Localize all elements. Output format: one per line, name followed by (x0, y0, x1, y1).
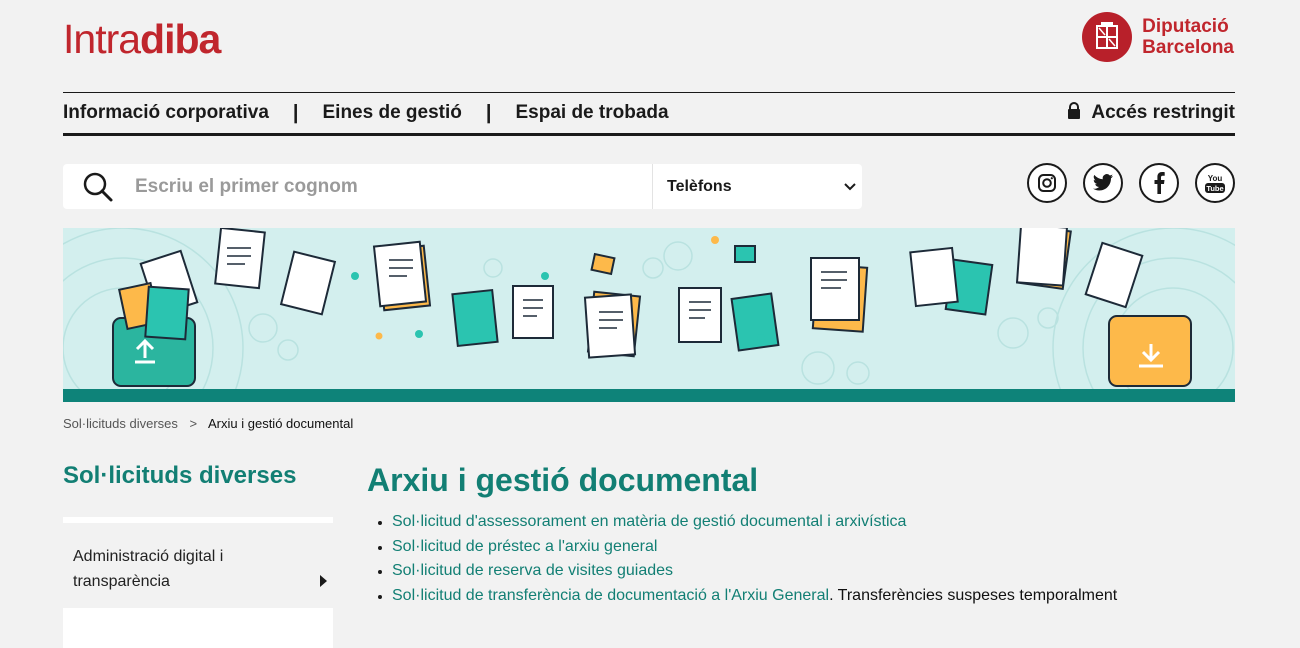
phone-search-bar: Telèfons (63, 164, 862, 209)
search-input[interactable] (133, 174, 647, 199)
sidebar-next-item[interactable] (63, 608, 333, 648)
restricted-access-label: Accés restringit (1091, 102, 1235, 123)
org-line-1: Diputació (1142, 16, 1229, 37)
nav-item-informacio-corporativa[interactable]: Informació corporativa (63, 102, 269, 124)
request-link-visites-guiades[interactable]: Sol·licitud de reserva de visites guiade… (392, 562, 673, 579)
intradiba-logo[interactable]: Intradiba (63, 16, 221, 63)
caret-right-icon (319, 574, 327, 592)
search-type-select[interactable]: Telèfons (653, 178, 862, 196)
nav-item-espai-de-trobada[interactable]: Espai de trobada (515, 102, 668, 124)
chevron-down-icon (844, 178, 856, 196)
svg-text:You: You (1208, 174, 1223, 183)
sidebar-item-label: Administració digital i transparència (73, 548, 224, 590)
page-title: Arxiu i gestió documental (367, 462, 759, 498)
sidebar-item-administracio-digital[interactable]: Administració digital i transparència (63, 532, 333, 598)
sidebar-title: Sol·licituds diverses (63, 462, 297, 489)
search-type-value: Telèfons (667, 177, 732, 195)
diputacio-wordmark: Diputació Barcelona (1142, 16, 1234, 58)
logo-text-bold: diba (140, 16, 221, 62)
request-link-assessorament[interactable]: Sol·licitud d'assessorament en matèria d… (392, 513, 906, 530)
request-links-list: Sol·licitud d'assessorament en matèria d… (370, 510, 1117, 608)
breadcrumb: Sol·licituds diverses > Arxiu i gestió d… (63, 416, 353, 431)
breadcrumb-current: Arxiu i gestió documental (208, 416, 354, 431)
svg-text:Tube: Tube (1206, 184, 1223, 193)
restricted-access-link[interactable]: Accés restringit (1067, 102, 1235, 124)
facebook-icon[interactable] (1139, 163, 1179, 203)
list-item: Sol·licitud de préstec a l'arxiu general (392, 535, 1117, 560)
main-nav: Informació corporativa | Eines de gestió… (63, 92, 1235, 136)
diputacio-seal-icon (1082, 12, 1133, 62)
request-link-transferencia[interactable]: Sol·licitud de transferència de document… (392, 587, 829, 604)
twitter-icon[interactable] (1083, 163, 1123, 203)
list-item: Sol·licitud de transferència de document… (392, 584, 1117, 609)
list-item: Sol·licitud d'assessorament en matèria d… (392, 510, 1117, 535)
transfer-suspended-note: . Transferències suspeses temporalment (829, 586, 1118, 604)
breadcrumb-parent-link[interactable]: Sol·licituds diverses (63, 416, 178, 431)
sidebar-divider (63, 517, 333, 523)
youtube-icon[interactable]: You Tube (1195, 163, 1235, 203)
diputacio-logo[interactable]: Diputació Barcelona (1082, 12, 1234, 62)
list-item: Sol·licitud de reserva de visites guiade… (392, 559, 1117, 584)
search-icon[interactable] (63, 171, 133, 203)
logo-text-light: Intra (63, 16, 141, 62)
nav-separator: | (292, 101, 299, 124)
org-line-2: Barcelona (1142, 37, 1234, 58)
breadcrumb-separator: > (189, 416, 198, 431)
social-links: You Tube (1027, 163, 1235, 203)
hero-banner (63, 228, 1235, 402)
request-link-prestec[interactable]: Sol·licitud de préstec a l'arxiu general (392, 538, 657, 555)
instagram-icon[interactable] (1027, 163, 1067, 203)
nav-item-eines-de-gestio[interactable]: Eines de gestió (323, 102, 462, 124)
lock-icon (1067, 102, 1081, 124)
documents-illustration (63, 228, 1235, 402)
nav-separator: | (485, 101, 492, 124)
